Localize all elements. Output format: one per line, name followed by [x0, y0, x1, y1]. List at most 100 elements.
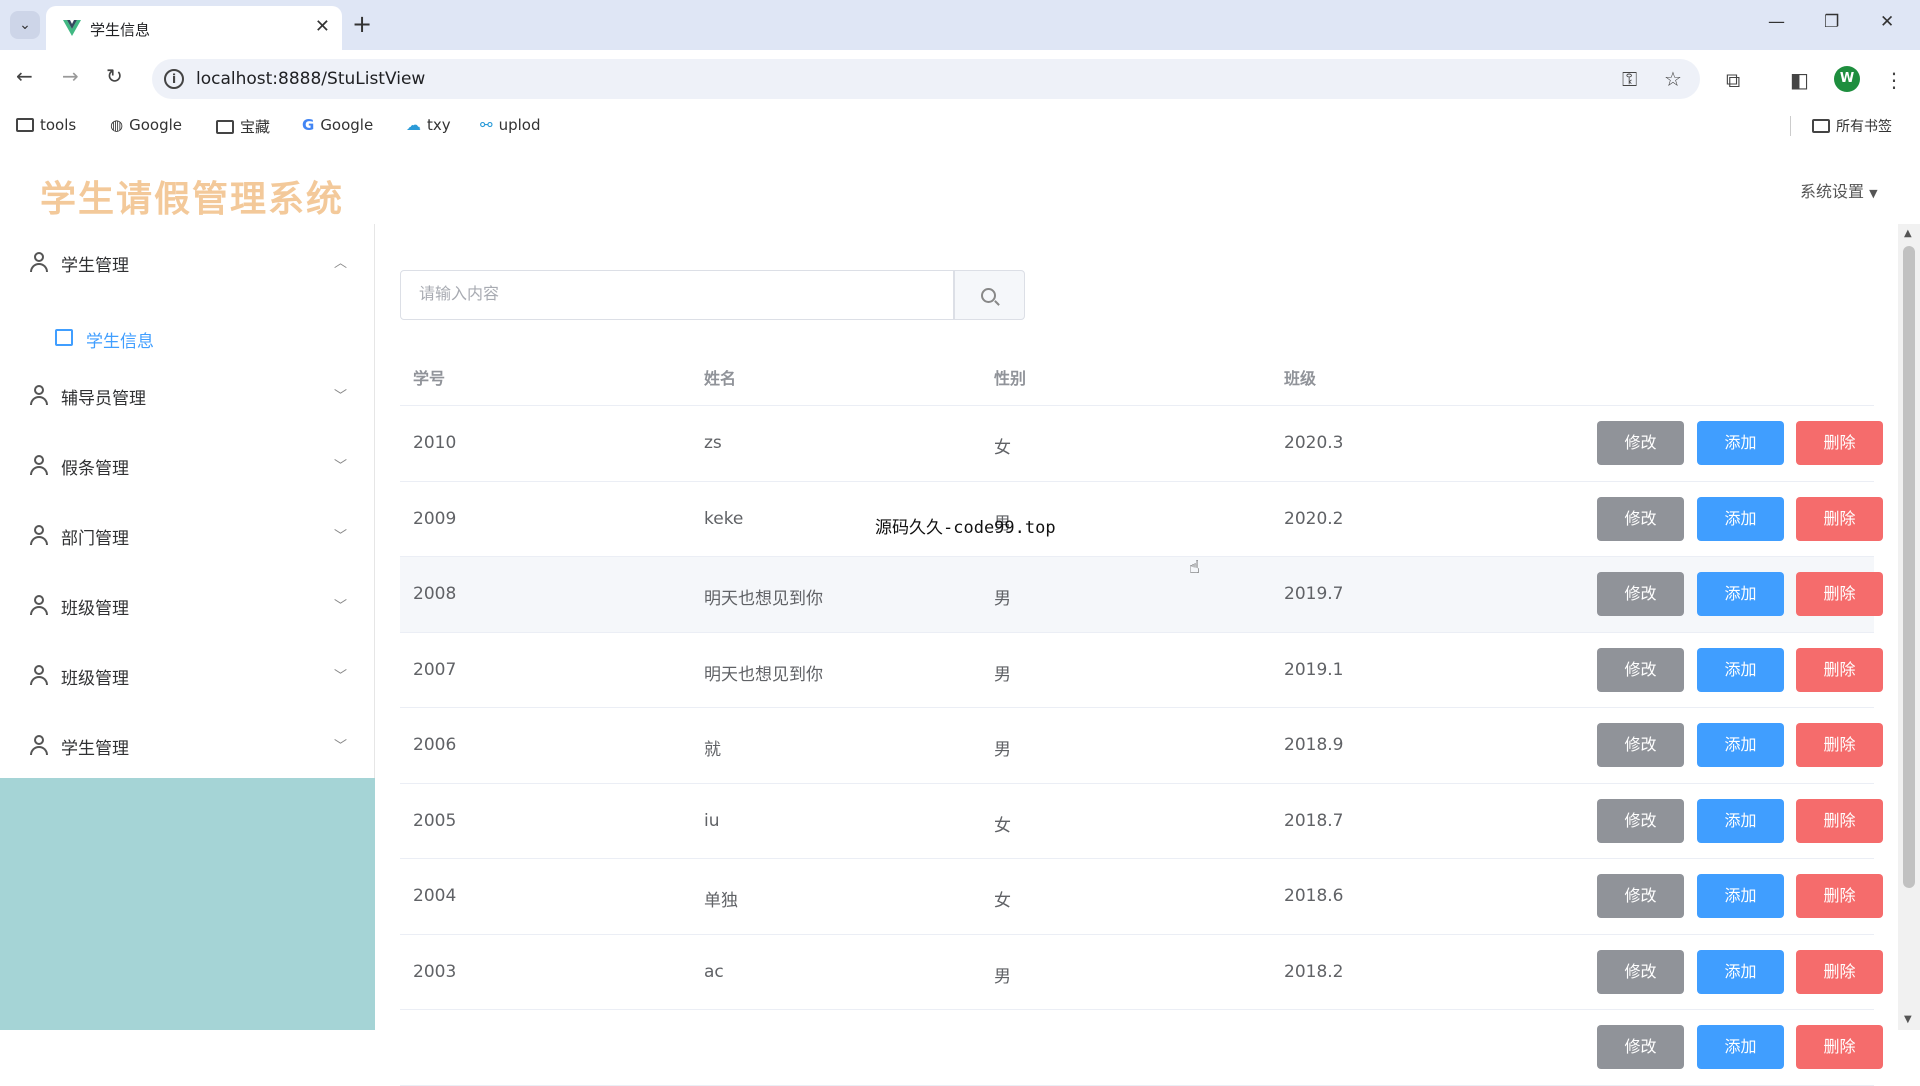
page-scrollbar[interactable]: ▲ ▼ [1898, 224, 1920, 1030]
table-header: 学号 姓名 性别 班级 [400, 344, 1874, 406]
delete-button[interactable]: 删除 [1796, 572, 1883, 616]
cell-gender: 男 [994, 966, 1011, 987]
column-header-name: 姓名 [704, 369, 737, 388]
add-button[interactable]: 添加 [1697, 798, 1784, 843]
edit-button[interactable]: 修改 [1597, 647, 1684, 692]
site-info-icon[interactable]: i [164, 69, 184, 89]
table-row: 2010 zs 女 2020.3 修改 添加 删除 [400, 406, 1883, 482]
table-body: 2010 zs 女 2020.3 修改 添加 删除 2009 keke 男 2020.2 修改 添加 删除… [400, 406, 1883, 1086]
tab-close-icon[interactable]: ✕ [315, 16, 330, 37]
delete-button[interactable]: 删除 [1796, 723, 1883, 767]
delete-button[interactable]: 删除 [1796, 874, 1883, 918]
cell-name: iu [704, 810, 720, 831]
profile-avatar[interactable]: W [1834, 66, 1860, 92]
add-button[interactable]: 添加 [1697, 647, 1784, 692]
restore-icon[interactable]: ❐ [1824, 12, 1839, 32]
folder-icon [216, 119, 234, 134]
folder-icon [16, 118, 34, 132]
delete-button[interactable]: 删除 [1796, 1025, 1883, 1069]
overlay-watermark-text: 源码久久-code99.top [875, 518, 1056, 538]
system-settings-dropdown[interactable]: 系统设置 ▼ [1800, 178, 1878, 202]
forward-icon[interactable]: → [62, 64, 79, 88]
sidebar-item-student-management-2[interactable]: 学生管理 ﹀ [0, 717, 375, 773]
edit-button[interactable]: 修改 [1597, 723, 1684, 767]
cell-name: 明天也想见到你 [704, 589, 823, 609]
edit-button[interactable]: 修改 [1597, 798, 1684, 843]
sidebar-menu: 学生管理 ︿ 学生信息 辅导员管理 ﹀ 假条管理 ﹀ 部门管理 ﹀ 班级管理 ﹀… [0, 224, 375, 1030]
mouse-cursor-icon: ☝ [1189, 557, 1200, 578]
star-icon[interactable]: ☆ [1664, 67, 1682, 91]
add-button[interactable]: 添加 [1697, 496, 1784, 541]
user-icon [30, 735, 48, 755]
cell-class: 2019.1 [1284, 659, 1344, 680]
cell-name: zs [704, 433, 722, 453]
key-icon[interactable]: ⚿ [1622, 67, 1637, 91]
edit-button[interactable]: 修改 [1597, 496, 1684, 541]
search-input[interactable] [401, 271, 953, 319]
user-icon [30, 455, 48, 475]
bookmark-txy[interactable]: ☁ txy [406, 116, 451, 134]
cell-gender: 女 [994, 438, 1011, 458]
sidebar-item-leave-management[interactable]: 假条管理 ﹀ [0, 437, 375, 493]
search-button[interactable] [954, 270, 1025, 320]
add-button[interactable]: 添加 [1697, 1025, 1784, 1069]
delete-button[interactable]: 删除 [1796, 949, 1883, 994]
add-button[interactable]: 添加 [1697, 949, 1784, 994]
cell-gender: 女 [994, 891, 1011, 911]
side-panel-icon[interactable]: ◧ [1790, 68, 1809, 92]
main-content: 学号 姓名 性别 班级 2010zs女2020.3修改添加删除2009keke男… [376, 224, 1920, 1086]
edit-button[interactable]: 修改 [1597, 1025, 1684, 1069]
delete-button[interactable]: 删除 [1796, 798, 1883, 843]
bookmark-google[interactable]: ◍ Google [110, 116, 182, 134]
all-bookmarks[interactable]: 所有书签 [1812, 116, 1892, 136]
search-icon [981, 288, 996, 303]
chevron-down-icon: ﹀ [334, 669, 348, 684]
table-row: 修改 添加 删除 [400, 1010, 1883, 1086]
sidebar-footer-fill [0, 778, 375, 1030]
extensions-icon[interactable]: ⧉ [1726, 68, 1740, 92]
new-tab-icon[interactable]: + [352, 10, 372, 38]
omnibox[interactable]: i localhost:8888/StuListView ⚿ ☆ [152, 59, 1700, 99]
user-icon [30, 525, 48, 545]
sidebar-item-student-info[interactable]: 学生信息 [0, 310, 375, 366]
folder-icon [1812, 119, 1830, 133]
bookmark-uplod[interactable]: ⚯ uplod [480, 116, 540, 134]
sidebar-item-department-management[interactable]: 部门管理 ﹀ [0, 507, 375, 563]
app-header: 学生请假管理系统 系统设置 ▼ [0, 146, 1920, 224]
table-row: 2006 就 男 2018.9 修改 添加 删除 [400, 708, 1883, 784]
edit-button[interactable]: 修改 [1597, 421, 1684, 465]
delete-button[interactable]: 删除 [1796, 496, 1883, 541]
back-icon[interactable]: ← [16, 64, 33, 88]
add-button[interactable]: 添加 [1697, 723, 1784, 767]
cell-student-id: 2005 [413, 810, 457, 831]
bookmark-tools[interactable]: tools [16, 116, 76, 134]
sidebar-item-counselor-management[interactable]: 辅导员管理 ﹀ [0, 367, 375, 423]
minimize-icon[interactable]: — [1768, 12, 1785, 32]
table-row: 2004 单独 女 2018.6 修改 添加 删除 [400, 859, 1883, 935]
sidebar-item-student-management[interactable]: 学生管理 ︿ [0, 234, 375, 290]
tab-search-dropdown-icon[interactable]: ⌄ [10, 11, 40, 39]
add-button[interactable]: 添加 [1697, 572, 1784, 616]
edit-button[interactable]: 修改 [1597, 572, 1684, 616]
scroll-down-arrow-icon[interactable]: ▼ [1904, 1014, 1912, 1025]
bookmark-google-2[interactable]: G Google [302, 116, 373, 134]
cell-class: 2020.3 [1284, 433, 1344, 453]
delete-button[interactable]: 删除 [1796, 421, 1883, 465]
edit-button[interactable]: 修改 [1597, 874, 1684, 918]
edit-button[interactable]: 修改 [1597, 949, 1684, 994]
more-menu-icon[interactable]: ⋮ [1884, 68, 1904, 92]
sidebar-item-class-management[interactable]: 班级管理 ﹀ [0, 577, 375, 633]
globe-icon: ◍ [110, 116, 124, 134]
sidebar-item-class-management-2[interactable]: 班级管理 ﹀ [0, 647, 375, 703]
window-close-icon[interactable]: ✕ [1880, 12, 1894, 32]
reload-icon[interactable]: ↻ [106, 64, 123, 88]
add-button[interactable]: 添加 [1697, 421, 1784, 465]
user-icon [30, 665, 48, 685]
bookmark-treasure[interactable]: 宝藏 [216, 116, 270, 137]
scrollbar-thumb[interactable] [1903, 246, 1915, 888]
scroll-up-arrow-icon[interactable]: ▲ [1904, 228, 1912, 239]
browser-tab-active[interactable]: 学生信息 ✕ [46, 6, 342, 50]
delete-button[interactable]: 删除 [1796, 647, 1883, 692]
url-text[interactable]: localhost:8888/StuListView [196, 69, 425, 89]
add-button[interactable]: 添加 [1697, 874, 1784, 918]
